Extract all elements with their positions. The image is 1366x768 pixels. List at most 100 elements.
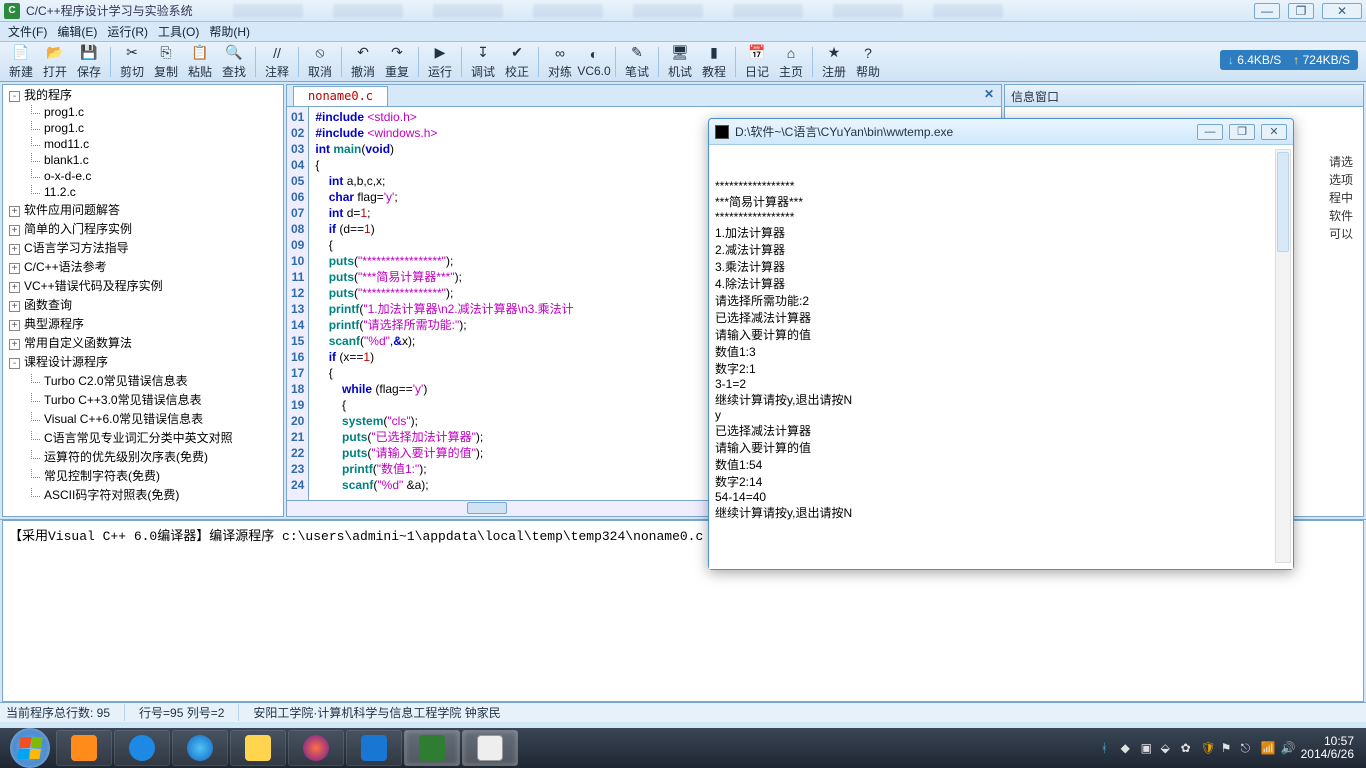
network-icon[interactable]: 📶 [1261, 741, 1275, 755]
tree-node[interactable]: +C/C++语法参考 [3, 257, 283, 276]
register-button[interactable]: ★注册 [817, 44, 851, 80]
home-button[interactable]: ⌂主页 [774, 44, 808, 80]
taskbar-explorer[interactable] [230, 730, 286, 766]
paste-button[interactable]: 📋粘贴 [183, 44, 217, 80]
tree-node[interactable]: Turbo C2.0常见错误信息表 [3, 371, 283, 390]
undo-button[interactable]: ↶撤消 [346, 44, 380, 80]
tutorial-button[interactable]: ▮教程 [697, 44, 731, 80]
copy-icon: ⎘ [157, 44, 175, 62]
app-title: C/C++程序设计学习与实验系统 [26, 2, 193, 19]
comment-icon: // [268, 44, 286, 62]
taskbar-firefox[interactable] [288, 730, 344, 766]
tree-node[interactable]: prog1.c [3, 120, 283, 136]
console-body[interactable]: ********************简易计算器***************… [709, 145, 1293, 569]
new-button[interactable]: 📄新建 [4, 44, 38, 80]
console-title-bar[interactable]: D:\软件~\C语言\CYuYan\bin\wwtemp.exe — ❐ ✕ [709, 119, 1293, 145]
tree-node[interactable]: mod11.c [3, 136, 283, 152]
console-scrollbar[interactable] [1275, 149, 1291, 563]
tray-icon-3[interactable]: ⬙ [1161, 741, 1175, 755]
start-button[interactable] [10, 728, 50, 768]
menu-编辑(E)[interactable]: 编辑(E) [53, 21, 101, 42]
machine-button[interactable]: 🖥机试 [663, 44, 697, 80]
maximize-button[interactable]: ❐ [1288, 3, 1314, 19]
debug-icon: ↧ [474, 44, 492, 62]
menu-文件(F)[interactable]: 文件(F) [4, 21, 51, 42]
comment-button[interactable]: //注释 [260, 44, 294, 80]
console-icon [715, 125, 729, 139]
project-tree[interactable]: -我的程序prog1.cprog1.cmod11.cblank1.co-x-d-… [2, 84, 284, 517]
taskbar-ie[interactable] [172, 730, 228, 766]
check-button[interactable]: ✔校正 [500, 44, 534, 80]
console-minimize[interactable]: — [1197, 124, 1223, 140]
line-gutter: 0102030405060708091011121314151617181920… [287, 107, 309, 500]
open-button[interactable]: 📂打开 [38, 44, 72, 80]
cancel-button[interactable]: ⦸取消 [303, 44, 337, 80]
tray-icon-7[interactable]: ⎋ [1241, 741, 1255, 755]
menu-bar: 文件(F)编辑(E)运行(R)工具(O)帮助(H) [0, 22, 1366, 42]
tree-node[interactable]: +C语言学习方法指导 [3, 238, 283, 257]
save-button[interactable]: 💾保存 [72, 44, 106, 80]
tree-node[interactable]: prog1.c [3, 104, 283, 120]
find-button[interactable]: 🔍查找 [217, 44, 251, 80]
tray-icon-5[interactable]: 🛡 [1201, 741, 1215, 755]
find-icon: 🔍 [225, 44, 243, 62]
tab-noname0[interactable]: noname0.c [293, 86, 388, 106]
tree-node[interactable]: 运算符的优先级别次序表(免费) [3, 447, 283, 466]
diary-icon: 📅 [748, 44, 766, 62]
run-button[interactable]: ▶运行 [423, 44, 457, 80]
taskbar-console[interactable] [462, 730, 518, 766]
tray-icon-1[interactable]: ◆ [1121, 741, 1135, 755]
tab-close-icon[interactable]: ✕ [981, 87, 997, 103]
tree-node[interactable]: -课程设计源程序 [3, 352, 283, 371]
tree-node[interactable]: blank1.c [3, 152, 283, 168]
diary-button[interactable]: 📅日记 [740, 44, 774, 80]
vc6-button[interactable]: ◐VC6.0 [577, 45, 611, 78]
console-maximize[interactable]: ❐ [1229, 124, 1255, 140]
tree-node[interactable]: Turbo C++3.0常见错误信息表 [3, 390, 283, 409]
close-button[interactable]: ✕ [1322, 3, 1362, 19]
practice-button[interactable]: ∞对练 [543, 44, 577, 80]
redo-button[interactable]: ↷重复 [380, 44, 414, 80]
title-bar: C C/C++程序设计学习与实验系统 — ❐ ✕ [0, 0, 1366, 22]
tree-node[interactable]: +典型源程序 [3, 314, 283, 333]
bluetooth-icon[interactable]: ᚼ [1101, 741, 1115, 755]
console-window[interactable]: D:\软件~\C语言\CYuYan\bin\wwtemp.exe — ❐ ✕ *… [708, 118, 1294, 570]
taskbar[interactable]: ᚼ ◆ ▣ ⬙ ✿ 🛡 ⚑ ⎋ 📶 🔊 10:57 2014/6/26 [0, 728, 1366, 768]
written-button[interactable]: ✎笔试 [620, 44, 654, 80]
taskbar-app-6[interactable] [346, 730, 402, 766]
console-close[interactable]: ✕ [1261, 124, 1287, 140]
copy-button[interactable]: ⎘复制 [149, 44, 183, 80]
system-tray[interactable]: ᚼ ◆ ▣ ⬙ ✿ 🛡 ⚑ ⎋ 📶 🔊 10:57 2014/6/26 [1101, 735, 1362, 761]
tree-node[interactable]: +函数查询 [3, 295, 283, 314]
cancel-icon: ⦸ [311, 44, 329, 62]
taskbar-ide[interactable] [404, 730, 460, 766]
menu-帮助(H)[interactable]: 帮助(H) [205, 21, 254, 42]
help-button[interactable]: ?帮助 [851, 44, 885, 80]
clock[interactable]: 10:57 2014/6/26 [1301, 735, 1354, 761]
tree-node[interactable]: +常用自定义函数算法 [3, 333, 283, 352]
tree-node[interactable]: C语言常见专业词汇分类中英文对照 [3, 428, 283, 447]
tree-node[interactable]: 11.2.c [3, 184, 283, 200]
menu-运行(R)[interactable]: 运行(R) [103, 21, 152, 42]
tray-icon-2[interactable]: ▣ [1141, 741, 1155, 755]
tree-node[interactable]: ASCII码字符对照表(免费) [3, 485, 283, 504]
tree-node[interactable]: +软件应用问题解答 [3, 200, 283, 219]
tray-icon-4[interactable]: ✿ [1181, 741, 1195, 755]
tree-node[interactable]: 常见控制字符表(免费) [3, 466, 283, 485]
tree-node[interactable]: +简单的入门程序实例 [3, 219, 283, 238]
tree-node[interactable]: Visual C++6.0常见错误信息表 [3, 409, 283, 428]
taskbar-app-1[interactable] [56, 730, 112, 766]
debug-button[interactable]: ↧调试 [466, 44, 500, 80]
tree-node[interactable]: +VC++错误代码及程序实例 [3, 276, 283, 295]
tree-node[interactable]: -我的程序 [3, 85, 283, 104]
cut-button[interactable]: ✂剪切 [115, 44, 149, 80]
volume-icon[interactable]: 🔊 [1281, 741, 1295, 755]
taskbar-app-2[interactable] [114, 730, 170, 766]
console-title: D:\软件~\C语言\CYuYan\bin\wwtemp.exe [735, 123, 1197, 140]
tree-node[interactable]: o-x-d-e.c [3, 168, 283, 184]
tray-icon-6[interactable]: ⚑ [1221, 741, 1235, 755]
minimize-button[interactable]: — [1254, 3, 1280, 19]
check-icon: ✔ [508, 44, 526, 62]
menu-工具(O)[interactable]: 工具(O) [154, 21, 203, 42]
app-icon: C [4, 3, 20, 19]
